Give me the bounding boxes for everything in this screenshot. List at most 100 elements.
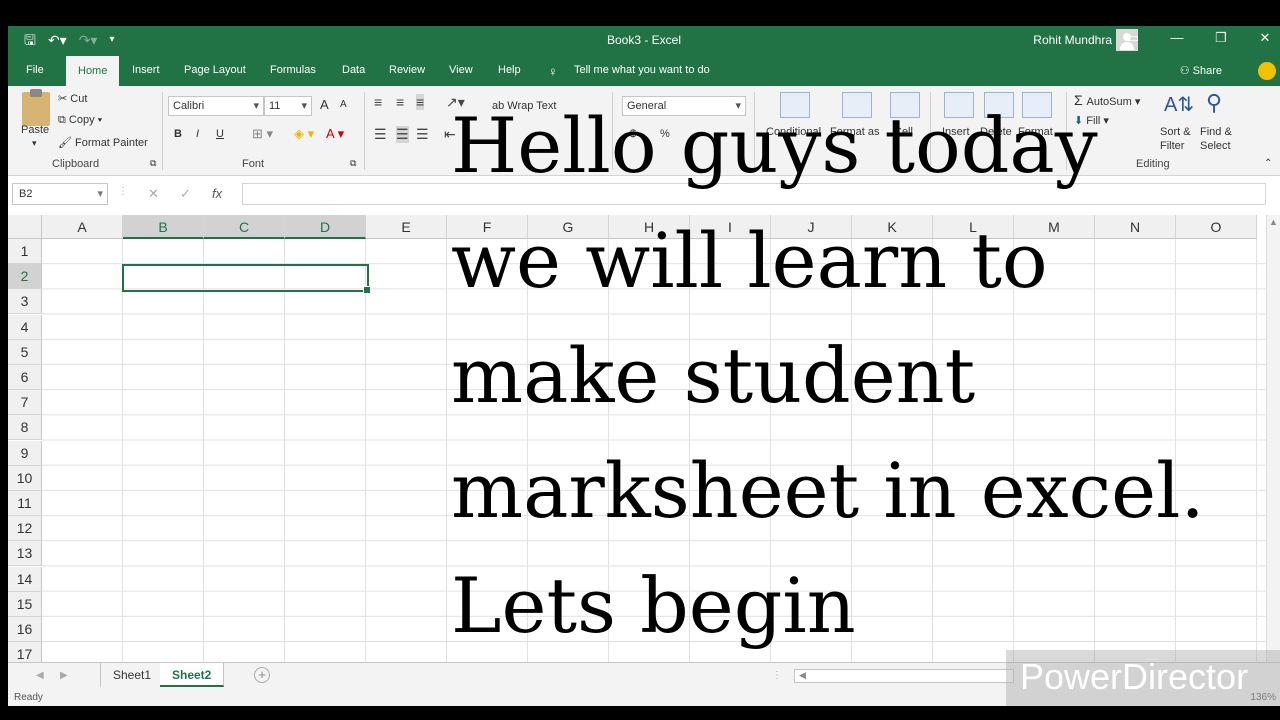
person-icon: ⚇ <box>1179 65 1193 77</box>
tab-data[interactable]: Data <box>342 64 365 76</box>
prev-sheet-icon[interactable]: ◀ <box>36 670 44 681</box>
fill-color-icon[interactable]: ◈ ▾ <box>294 126 314 142</box>
clipboard-group-label: Clipboard <box>52 158 100 170</box>
borders-icon[interactable]: ⊞ ▾ <box>252 126 273 142</box>
row-header-9[interactable]: 9 <box>8 440 42 466</box>
row-header-11[interactable]: 11 <box>8 491 42 516</box>
caption-line: we will learn to <box>451 216 1048 305</box>
column-header-a[interactable]: A <box>42 215 123 239</box>
decrease-font-button[interactable]: A <box>340 99 347 110</box>
underline-button[interactable]: U <box>216 128 224 140</box>
row-header-5[interactable]: 5 <box>8 339 42 365</box>
align-center-icon[interactable]: ☰ <box>396 126 409 143</box>
restore-icon[interactable]: ❐ <box>1212 30 1230 46</box>
find-magnifier-icon[interactable]: ⚲ <box>1206 90 1222 116</box>
column-header-d[interactable]: D <box>285 215 366 239</box>
video-caption: Hello guys today we will learn to make s… <box>451 88 1205 663</box>
tab-insert[interactable]: Insert <box>132 64 160 76</box>
watermark: PowerDirector <box>1006 650 1280 706</box>
scroll-up-icon[interactable]: ▲ <box>1269 217 1278 227</box>
close-icon[interactable]: ✕ <box>1256 30 1274 46</box>
caption-line: marksheet in excel. <box>451 446 1205 535</box>
caption-line: Hello guys today <box>451 101 1098 190</box>
tab-help[interactable]: Help <box>498 64 521 76</box>
insert-function-icon[interactable]: fx <box>212 186 222 201</box>
enter-icon[interactable]: ✓ <box>180 186 191 202</box>
collapse-ribbon-icon[interactable]: ⌃ <box>1264 158 1272 169</box>
ribbon-display-icon[interactable]: ▭ <box>1124 30 1142 46</box>
row-header-15[interactable]: 15 <box>8 591 42 617</box>
bold-button[interactable]: B <box>174 128 182 140</box>
copy-icon: ⧉ <box>58 114 69 126</box>
user-name[interactable]: Rohit Mundhra <box>1033 33 1112 47</box>
increase-font-button[interactable]: A <box>320 97 329 112</box>
letterbox-bottom <box>0 706 1280 720</box>
row-header-7[interactable]: 7 <box>8 390 42 416</box>
share-button[interactable]: ⚇ Share <box>1180 64 1222 77</box>
align-top-icon[interactable]: ≡ <box>374 94 382 110</box>
sheet-tab-sheet2[interactable]: Sheet2 <box>160 663 225 687</box>
minimize-icon[interactable]: — <box>1168 30 1186 46</box>
horizontal-scrollbar[interactable]: ◀ <box>794 669 1014 683</box>
align-bottom-icon[interactable]: ≡ <box>416 94 425 110</box>
format-painter-button[interactable]: 🖌 Format Painter <box>58 136 148 149</box>
sheet-tab-sheet1[interactable]: Sheet1 <box>100 663 165 687</box>
row-header-4[interactable]: 4 <box>8 314 42 340</box>
tab-home[interactable]: Home <box>66 56 120 86</box>
selected-cell[interactable] <box>122 264 371 294</box>
tab-page-layout[interactable]: Page Layout <box>184 64 246 76</box>
row-header-2[interactable]: 2 <box>8 264 42 290</box>
brush-icon: 🖌 <box>58 137 76 149</box>
tell-me-box[interactable]: Tell me what you want to do <box>574 64 710 76</box>
tab-review[interactable]: Review <box>389 64 425 76</box>
paste-dropdown-icon[interactable]: ▾ <box>32 138 37 149</box>
column-header-e[interactable]: E <box>366 215 447 239</box>
row-header-12[interactable]: 12 <box>8 516 42 542</box>
video-frame: 🖫 ↶▾ ↷▾ ▾ Book3 - Excel Rohit Mundhra ▭ … <box>0 0 1280 720</box>
copy-label: Copy <box>68 114 95 126</box>
separator <box>162 92 163 170</box>
tab-file[interactable]: File <box>26 64 44 76</box>
font-name-combo[interactable]: Calibri <box>168 96 264 116</box>
scroll-left-icon[interactable]: ◀ <box>799 670 806 681</box>
font-size-combo[interactable]: 11 <box>264 96 312 116</box>
column-header-b[interactable]: B <box>123 215 204 239</box>
caption-line: Lets begin <box>451 561 856 650</box>
next-sheet-icon[interactable]: ▶ <box>60 670 68 681</box>
font-launcher-icon[interactable]: ⧉ <box>350 158 356 169</box>
tab-split-icon[interactable]: ⋮ <box>772 670 782 681</box>
row-header-16[interactable]: 16 <box>8 617 42 642</box>
row-header-14[interactable]: 14 <box>8 566 42 592</box>
letterbox-top <box>0 0 1280 26</box>
row-header-3[interactable]: 3 <box>8 289 42 315</box>
tab-formulas[interactable]: Formulas <box>270 64 316 76</box>
name-box[interactable]: B2 <box>12 183 108 205</box>
formula-divider-icon: ⋮ <box>118 186 128 197</box>
column-header-c[interactable]: C <box>204 215 285 239</box>
tab-view[interactable]: View <box>449 64 473 76</box>
align-middle-icon[interactable]: ≡ <box>396 94 404 110</box>
feedback-smiley-icon[interactable] <box>1258 62 1276 80</box>
cancel-icon[interactable]: ✕ <box>148 186 159 202</box>
italic-button[interactable]: I <box>196 128 199 140</box>
copy-button[interactable]: ⧉ Copy ▾ <box>58 114 102 127</box>
add-sheet-icon[interactable]: + <box>254 667 270 683</box>
clipboard-launcher-icon[interactable]: ⧉ <box>150 158 156 169</box>
paste-button[interactable]: Paste <box>21 124 49 136</box>
font-color-icon[interactable]: A ▾ <box>326 126 344 142</box>
select-all-corner[interactable] <box>8 215 42 239</box>
title-bar: 🖫 ↶▾ ↷▾ ▾ Book3 - Excel Rohit Mundhra ▭ … <box>8 26 1280 56</box>
find-select-button[interactable]: Find & <box>1200 126 1232 138</box>
row-header-10[interactable]: 10 <box>8 465 42 491</box>
cut-button[interactable]: ✂ Cut <box>58 92 87 105</box>
paste-icon[interactable] <box>22 89 50 126</box>
row-header-8[interactable]: 8 <box>8 415 42 441</box>
row-header-6[interactable]: 6 <box>8 365 42 390</box>
row-header-1[interactable]: 1 <box>8 239 42 264</box>
row-header-17[interactable]: 17 <box>8 642 42 662</box>
vertical-scrollbar[interactable]: ▲ <box>1266 215 1280 662</box>
align-right-icon[interactable]: ☰ <box>416 126 429 143</box>
align-left-icon[interactable]: ☰ <box>374 126 387 143</box>
format-painter-label: Format Painter <box>75 137 148 149</box>
row-header-13[interactable]: 13 <box>8 541 42 567</box>
